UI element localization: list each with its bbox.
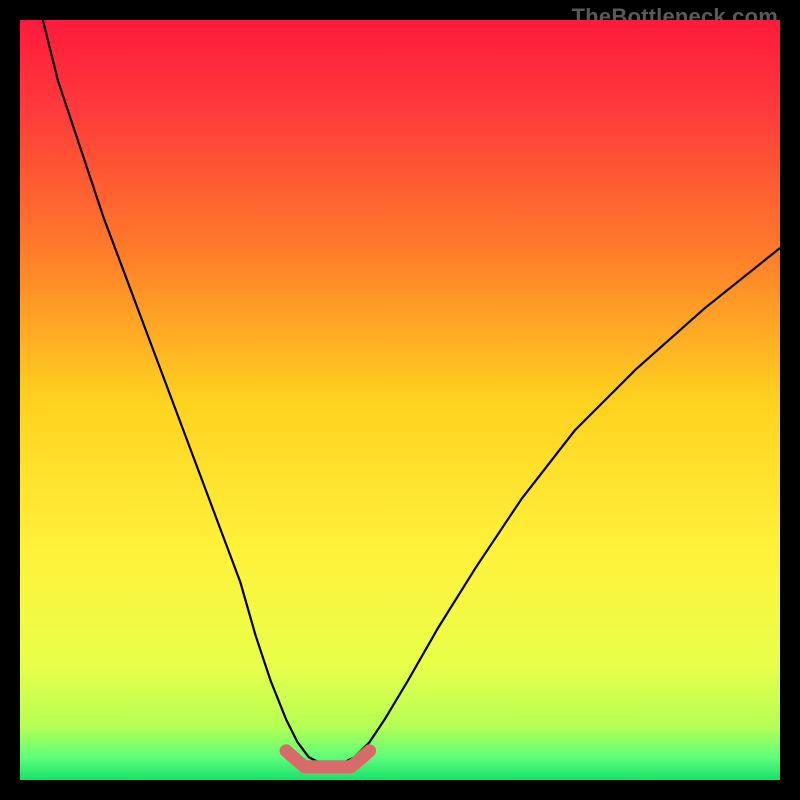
gradient-background bbox=[20, 20, 780, 780]
bottleneck-chart bbox=[20, 20, 780, 780]
chart-frame: TheBottleneck.com bbox=[0, 0, 800, 800]
